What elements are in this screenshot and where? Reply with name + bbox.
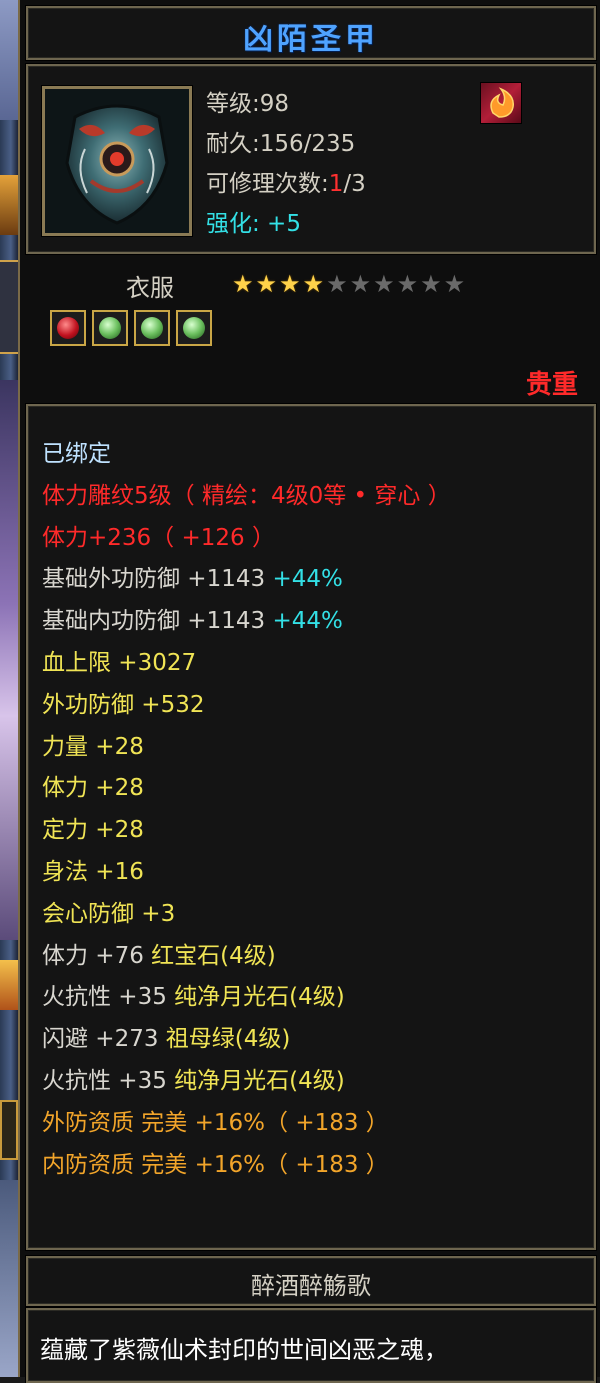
attribute-value: 体力 +76 [42,942,152,969]
attribute-row: 会心防御 +3 [42,894,451,936]
gem-slot [92,310,128,346]
flame-swirl-icon [480,82,522,124]
level-label: 等级 [206,91,252,117]
repair-count-stat: 可修理次数:1/3 [206,164,366,198]
description-panel: 蕴藏了紫薇仙术封印的世间凶恶之魂， [26,1308,596,1383]
repair-label: 可修理次数 [206,171,321,197]
repair-sep: : [321,171,329,197]
attribute-row: 力量 +28 [42,727,451,769]
strengthen-label: 强化 [206,211,252,237]
durability-value: :156/235 [252,131,356,157]
attribute-text: 基础外功防御 +1143 [42,566,273,593]
attribute-row: 基础外功防御 +1143 +44% [42,559,451,601]
green-gem-icon [99,317,121,339]
star-filled-icon: ★ [255,270,278,298]
attribute-row: 闪避 +273 祖母绿(4级) [42,1019,451,1061]
background-button-fragment [0,1100,18,1160]
star-empty-icon: ★ [373,270,395,298]
rarity-label: 贵重 [525,370,578,400]
item-category: 衣服 [126,274,174,302]
star-filled-icon: ★ [302,270,325,298]
repair-total: /3 [343,171,366,197]
armor-chestplate-icon [42,86,192,236]
attribute-row: 身法 +16 [42,852,451,894]
durability-stat: 耐久:156/235 [206,124,355,158]
item-description: 蕴藏了紫薇仙术封印的世间凶恶之魂， [40,1336,448,1364]
attribute-text: 会心防御 +3 [42,900,176,927]
durability-label: 耐久 [206,131,252,157]
background-panel-fragment [0,1180,18,1377]
attribute-row: 体力 +76 红宝石(4级) [42,936,451,978]
attribute-text: 基础内功防御 +1143 [42,608,273,635]
star-empty-icon: ★ [443,270,466,298]
title-bar: 凶陌圣甲 [26,6,596,60]
attribute-value: 闪避 +273 [42,1026,166,1053]
attribute-bonus: +44% [272,566,343,593]
attribute-gem-name: 祖母绿(4级) [165,1026,291,1053]
attribute-text: 体力+236（ +126 ） [42,524,275,551]
set-name: 醉酒醉觞歌 [251,1272,371,1300]
gem-slot [134,310,170,346]
attribute-text: 外防资质 完美 +16%（ +183 ） [42,1109,389,1136]
attribute-text: 身法 +16 [42,858,144,885]
star-empty-icon: ★ [420,270,442,298]
background-panel-fragment [0,0,18,120]
level-value: :98 [252,91,290,117]
attribute-row: 外防资质 完美 +16%（ +183 ） [42,1103,451,1145]
attribute-row: 体力 +28 [42,768,451,810]
attribute-row: 火抗性 +35 纯净月光石(4级) [42,1061,451,1103]
attribute-row: 火抗性 +35 纯净月光石(4级) [42,977,451,1019]
strengthen-value: : +5 [252,211,301,237]
attribute-text: 已绑定 [42,441,111,467]
gem-slot [176,310,212,346]
attribute-list: 已绑定体力雕纹5级（ 精绘：4级0等 • 穿心 ） 体力+236（ +126 ） 基… [42,434,451,1186]
item-tooltip: 凶陌圣甲 等级:98 耐久:156/235 可修理次数:1/3 强化: +5 衣… [18,0,600,1383]
repair-used: 1 [328,171,344,197]
attribute-text: 内防资质 完美 +16%（ +183 ） [42,1151,389,1178]
star-empty-icon: ★ [396,270,419,298]
attribute-value: 火抗性 +35 [42,984,175,1011]
strengthen-stat: 强化: +5 [206,204,301,238]
red-gem-icon [57,317,79,339]
attribute-text: 外功防御 +532 [42,691,205,718]
attribute-bonus: +44% [272,608,343,635]
star-empty-icon: ★ [326,270,348,298]
attribute-row: 已绑定 [42,434,451,476]
attribute-text: 血上限 +3027 [42,649,197,676]
attribute-row: 内防资质 完美 +16%（ +183 ） [42,1145,451,1187]
attributes-panel: 已绑定体力雕纹5级（ 精绘：4级0等 • 穿心 ） 体力+236（ +126 ） 基… [26,404,596,1250]
background-game-ui-strip [0,0,18,1377]
attribute-gem-name: 红宝石(4级) [151,942,276,969]
gem-slots [50,310,212,346]
star-empty-icon: ★ [349,270,372,298]
gem-slot [50,310,86,346]
star-rating: ★ ★ ★ ★ ★ ★ ★ ★ ★ ★ [232,272,465,296]
attribute-value: 火抗性 +35 [42,1067,175,1094]
background-icon-fragment [0,960,18,1010]
attribute-text: 定力 +28 [42,817,144,844]
set-bar: 醉酒醉觞歌 [26,1256,596,1306]
level-stat: 等级:98 [206,84,289,118]
background-panel-fragment [0,175,18,235]
background-character-fragment [0,380,18,940]
item-category-section: 衣服 ★ ★ ★ ★ ★ ★ ★ ★ ★ ★ 贵重 [26,258,596,400]
attribute-text: 体力雕纹5级（ 精绘：4级0等 • 穿心 ） [42,482,451,509]
item-name: 凶陌圣甲 [243,22,379,57]
attribute-text: 体力 +28 [42,775,144,802]
attribute-row: 体力+236（ +126 ） [42,518,451,560]
attribute-row: 基础内功防御 +1143 +44% [42,601,451,643]
attribute-row: 定力 +28 [42,810,451,852]
star-filled-icon: ★ [232,270,254,298]
green-gem-icon [183,317,205,339]
attribute-row: 血上限 +3027 [42,643,451,685]
green-gem-icon [141,317,163,339]
background-panel-fragment [0,260,18,354]
attribute-row: 体力雕纹5级（ 精绘：4级0等 • 穿心 ） [42,476,451,518]
attribute-row: 外功防御 +532 [42,685,451,727]
attribute-text: 力量 +28 [42,733,144,760]
attribute-gem-name: 纯净月光石(4级) [174,1067,345,1094]
attribute-gem-name: 纯净月光石(4级) [174,984,345,1011]
star-filled-icon: ★ [279,270,301,298]
item-header: 等级:98 耐久:156/235 可修理次数:1/3 强化: +5 [26,64,596,254]
